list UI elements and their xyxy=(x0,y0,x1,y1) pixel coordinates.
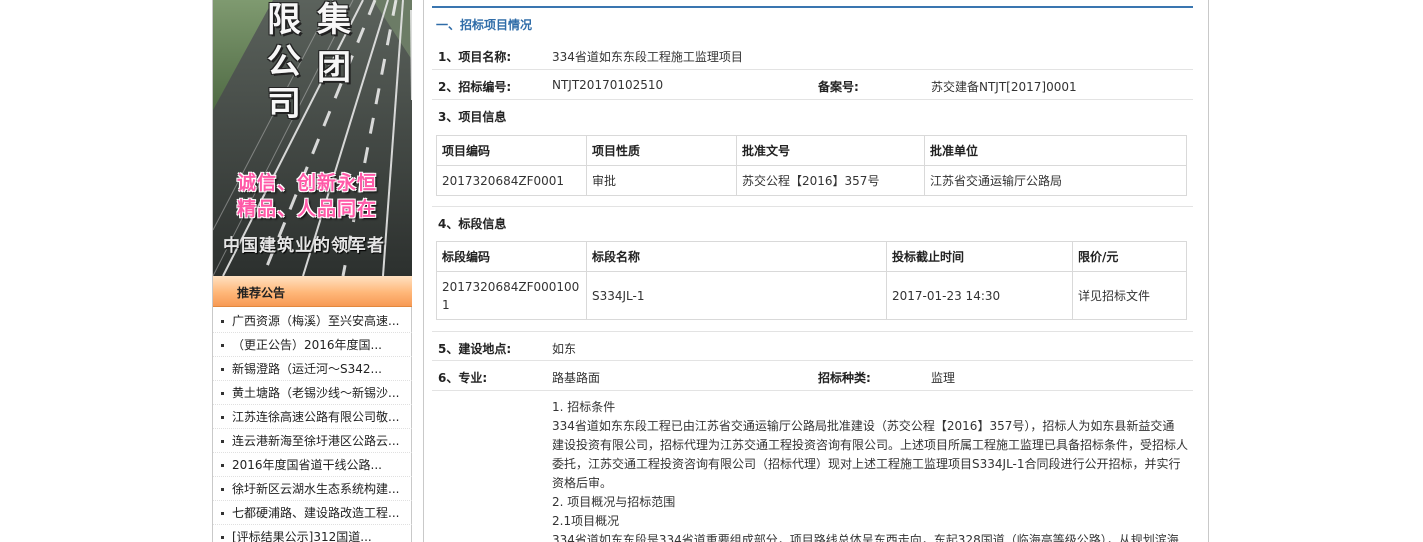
record-no-value: 苏交建备NTJT[2017]0001 xyxy=(931,80,1077,94)
banner-slogan-2: 精品、人品同在 xyxy=(237,198,378,220)
recommend-title: 推荐公告 xyxy=(237,286,286,300)
bullet-icon xyxy=(221,368,224,371)
bullet-icon xyxy=(221,440,224,443)
project-info-row: 3、项目信息 xyxy=(432,100,1193,130)
project-name-label: 1、项目名称: xyxy=(438,50,512,64)
section-title: 一、招标项目情况 xyxy=(436,18,533,32)
recommend-item-link[interactable]: 广西资源（梅溪）至兴安高速... xyxy=(232,314,399,328)
tender-type-value: 监理 xyxy=(931,371,956,385)
announcement-body: 1. 招标条件 334省道如东东段工程已由江苏省交通运输厅公路局批准建设（苏交公… xyxy=(552,398,1192,542)
project-info-table: 项目编码 项目性质 批准文号 批准单位 2017320684ZF0001 审批 … xyxy=(436,135,1187,196)
table-cell: 详见招标文件 xyxy=(1072,271,1187,320)
location-row: 5、建设地点: 如东 xyxy=(432,331,1193,361)
tender-no-label: 2、招标编号: xyxy=(438,80,512,94)
table-header-cell: 项目性质 xyxy=(586,135,737,166)
recommend-item[interactable]: 江苏连徐高速公路有限公司敬... xyxy=(213,405,412,429)
lot-info-table: 标段编码 标段名称 投标截止时间 限价/元 2017320684ZF000100… xyxy=(436,241,1187,320)
banner-char: 集 xyxy=(317,0,351,40)
location-label: 5、建设地点: xyxy=(438,342,512,356)
bullet-icon xyxy=(221,416,224,419)
recommend-item-link[interactable]: 新锡澄路（运迁河～S342... xyxy=(232,362,382,376)
banner-char: 团 xyxy=(317,48,351,88)
table-cell: 2017-01-23 14:30 xyxy=(886,271,1073,320)
table-cell: 2017320684ZF0001 xyxy=(436,165,587,196)
main-content: 一、招标项目情况 1、项目名称: 334省道如东东段工程施工监理项目 2、招标编… xyxy=(423,0,1209,542)
table-header-cell: 批准文号 xyxy=(736,135,925,166)
recommend-item-link[interactable]: （更正公告）2016年度国... xyxy=(232,338,382,352)
table-cell: 苏交公程【2016】357号 xyxy=(736,165,925,196)
table-row: 2017320684ZF0001001 S334JL-1 2017-01-23 … xyxy=(436,271,1187,320)
specialty-row: 6、专业: 路基路面 招标种类: 监理 xyxy=(432,361,1193,391)
tender-type-label: 招标种类: xyxy=(818,371,871,385)
table-header-cell: 项目编码 xyxy=(436,135,587,166)
record-no-label: 备案号: xyxy=(818,80,859,94)
body-paragraph-line: 资格后审。 xyxy=(552,476,613,490)
recommend-item[interactable]: （更正公告）2016年度国... xyxy=(213,333,412,357)
left-column: 限 公 司 集 团 诚信、创新永恒 精品、人品同在 中国建筑业的领军者 推荐公告… xyxy=(212,0,412,542)
table-row: 2017320684ZF0001 审批 苏交公程【2016】357号 江苏省交通… xyxy=(436,165,1187,196)
recommend-item-link[interactable]: 江苏连徐高速公路有限公司敬... xyxy=(232,410,399,424)
lot-info-label: 4、标段信息 xyxy=(438,217,507,231)
recommend-item[interactable]: 连云港新海至徐圩港区公路云... xyxy=(213,429,412,453)
bullet-icon xyxy=(221,392,224,395)
recommend-item[interactable]: 2016年度国省道干线公路... xyxy=(213,453,412,477)
recommend-item-link[interactable]: [评标结果公示]312国道... xyxy=(232,530,372,542)
body-subheading: 2.1项目概况 xyxy=(552,514,620,528)
bullet-icon xyxy=(221,344,224,347)
project-name-value: 334省道如东东段工程施工监理项目 xyxy=(552,50,743,64)
table-header-cell: 投标截止时间 xyxy=(886,241,1073,272)
body-paragraph-line: 334省道如东东段是334省道重要组成部分，项目路线总体呈东西走向，东起328国… xyxy=(552,533,1179,542)
recommend-item-link[interactable]: 黄土塘路（老锡沙线～新锡沙... xyxy=(232,386,399,400)
body-paragraph-line: 委托，江苏交通工程投资咨询有限公司（招标代理）现对上述工程施工监理项目S334J… xyxy=(552,457,1181,471)
recommend-item[interactable]: 七都硬浦路、建设路改造工程... xyxy=(213,501,412,525)
tender-no-row: 2、招标编号: NTJT20170102510 备案号: 苏交建备NTJT[20… xyxy=(432,70,1193,100)
project-name-row: 1、项目名称: 334省道如东东段工程施工监理项目 xyxy=(432,40,1193,70)
recommend-item-link[interactable]: 2016年度国省道干线公路... xyxy=(232,458,382,472)
bullet-icon xyxy=(221,488,224,491)
bullet-icon xyxy=(221,464,224,467)
company-banner: 限 公 司 集 团 诚信、创新永恒 精品、人品同在 中国建筑业的领军者 xyxy=(213,0,412,276)
table-cell: 2017320684ZF0001001 xyxy=(436,271,587,320)
recommend-list: 广西资源（梅溪）至兴安高速... （更正公告）2016年度国... 新锡澄路（运… xyxy=(213,309,412,542)
table-header-cell: 标段编码 xyxy=(436,241,587,272)
table-header-cell: 标段名称 xyxy=(586,241,887,272)
section-header: 一、招标项目情况 xyxy=(432,6,1193,36)
recommend-header: 推荐公告 xyxy=(213,276,412,307)
location-value: 如东 xyxy=(552,342,577,356)
recommend-item[interactable]: [评标结果公示]312国道... xyxy=(213,525,412,542)
bullet-icon xyxy=(221,536,224,539)
body-heading: 1. 招标条件 xyxy=(552,400,616,414)
banner-tagline: 中国建筑业的领军者 xyxy=(223,236,385,256)
banner-char: 司 xyxy=(267,84,301,124)
body-heading: 2. 项目概况与招标范围 xyxy=(552,495,676,509)
body-paragraph-line: 建设投资有限公司，招标代理为江苏交通工程投资咨询有限公司。上述项目所属工程施工监… xyxy=(552,438,1189,452)
banner-slogan-1: 诚信、创新永恒 xyxy=(237,172,378,194)
table-header-cell: 批准单位 xyxy=(924,135,1187,166)
recommend-item[interactable]: 徐圩新区云湖水生态系统构建... xyxy=(213,477,412,501)
table-cell: S334JL-1 xyxy=(586,271,887,320)
recommend-item[interactable]: 黄土塘路（老锡沙线～新锡沙... xyxy=(213,381,412,405)
table-cell: 审批 xyxy=(586,165,737,196)
bullet-icon xyxy=(221,512,224,515)
recommend-item[interactable]: 广西资源（梅溪）至兴安高速... xyxy=(213,309,412,333)
body-paragraph-line: 334省道如东东段工程已由江苏省交通运输厅公路局批准建设（苏交公程【2016】3… xyxy=(552,419,1175,433)
bullet-icon xyxy=(221,320,224,323)
recommend-item[interactable]: 新锡澄路（运迁河～S342... xyxy=(213,357,412,381)
table-cell: 江苏省交通运输厅公路局 xyxy=(924,165,1187,196)
specialty-label: 6、专业: xyxy=(438,371,488,385)
recommend-item-link[interactable]: 七都硬浦路、建设路改造工程... xyxy=(232,506,399,520)
tender-no-value: NTJT20170102510 xyxy=(552,78,664,92)
table-header-cell: 限价/元 xyxy=(1072,241,1187,272)
project-info-label: 3、项目信息 xyxy=(438,110,507,124)
lot-info-row: 4、标段信息 xyxy=(432,206,1193,236)
recommend-item-link[interactable]: 连云港新海至徐圩港区公路云... xyxy=(232,434,399,448)
recommend-item-link[interactable]: 徐圩新区云湖水生态系统构建... xyxy=(232,482,399,496)
specialty-value: 路基路面 xyxy=(552,371,601,385)
